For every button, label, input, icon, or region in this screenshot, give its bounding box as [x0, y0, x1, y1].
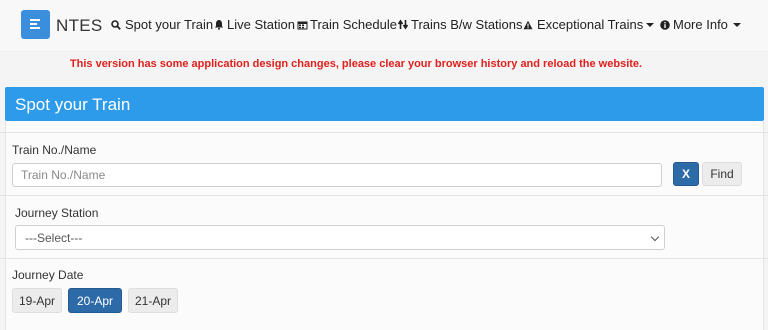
nav-more-info[interactable]: More Info	[660, 17, 741, 32]
find-button[interactable]: Find	[702, 162, 742, 186]
design-change-notice: This version has some application design…	[69, 58, 643, 70]
divider	[0, 258, 768, 259]
train-label: Train No./Name	[12, 143, 97, 157]
warning-icon	[523, 20, 533, 29]
divider	[0, 132, 768, 133]
train-input[interactable]	[12, 163, 662, 187]
nav-spot-your-train[interactable]: Spot your Train	[111, 17, 213, 32]
chevron-down-icon	[650, 232, 660, 242]
panel-title: Spot your Train	[15, 95, 131, 114]
nav-train-schedule[interactable]: Train Schedule	[297, 17, 397, 32]
bell-icon	[215, 20, 223, 30]
nav-exceptional-trains[interactable]: Exceptional Trains	[523, 17, 655, 32]
info-icon	[660, 19, 670, 30]
station-label: Journey Station	[15, 206, 99, 220]
nav-label: Trains B/w Stations	[411, 17, 523, 32]
calendar-icon	[297, 21, 308, 29]
chevron-down-icon	[732, 22, 741, 27]
search-icon	[111, 19, 121, 30]
nav-live-station[interactable]: Live Station	[214, 17, 295, 32]
nav-trains-between-stations[interactable]: Trains B/w Stations	[398, 17, 523, 32]
top-navbar: NTES Spot your Train Live Station Train …	[0, 0, 768, 52]
nav-label: More Info	[673, 17, 728, 32]
nav-label: Exceptional Trains	[537, 17, 644, 32]
date-button[interactable]: 19-Apr	[12, 288, 62, 313]
app-title[interactable]: NTES	[56, 16, 103, 36]
date-button-active[interactable]: 20-Apr	[68, 288, 122, 313]
station-select[interactable]: ---Select---	[15, 225, 665, 250]
chevron-down-icon	[646, 22, 655, 27]
nav-label: Train Schedule	[310, 17, 397, 32]
arrows-updown-icon	[398, 19, 408, 30]
nav-label: Live Station	[227, 17, 295, 32]
date-button[interactable]: 21-Apr	[128, 288, 178, 313]
menu-logo-icon[interactable]	[21, 10, 50, 39]
date-label: Journey Date	[12, 268, 84, 282]
nav-label: Spot your Train	[125, 17, 214, 32]
divider	[0, 195, 768, 196]
panel-header: Spot your Train	[5, 87, 764, 121]
station-selected-value: ---Select---	[25, 230, 83, 245]
clear-button[interactable]: X	[673, 162, 699, 186]
